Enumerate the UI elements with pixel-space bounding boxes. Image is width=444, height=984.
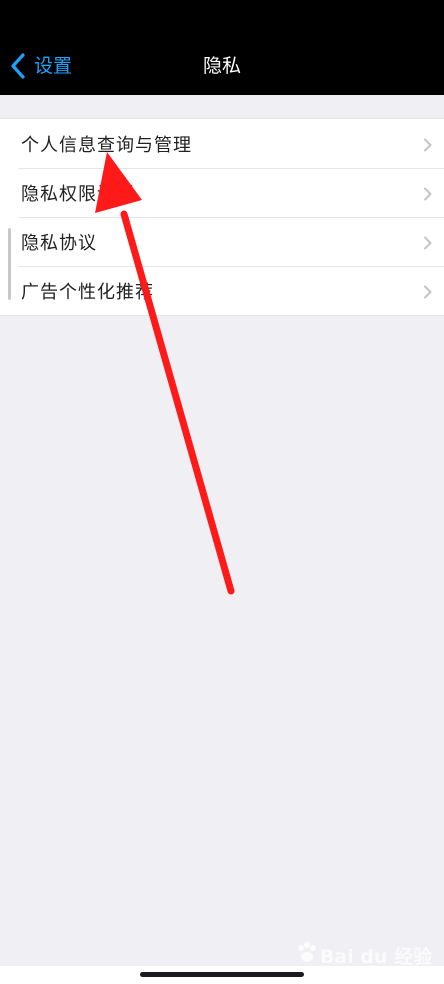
menu-item-privacy-agreement[interactable]: 隐私协议: [0, 217, 444, 266]
paw-icon: [294, 940, 320, 971]
chevron-right-icon: [423, 235, 432, 254]
menu-item-label: 个人信息查询与管理: [21, 134, 192, 156]
chevron-right-icon: [423, 284, 432, 303]
scroll-indicator[interactable]: [8, 228, 11, 300]
menu-item-ad-personalization[interactable]: 广告个性化推荐: [0, 266, 444, 315]
menu-item-label: 隐私权限设置: [21, 183, 135, 205]
page-title: 隐私: [202, 55, 241, 77]
watermark: Bai du 经验: [294, 940, 432, 970]
chevron-right-icon: [423, 137, 432, 156]
privacy-screen: 设置 隐私 个人信息查询与管理 隐私权限设置 隐私协议 广告个性化推荐 Bai …: [0, 0, 444, 984]
menu-item-label: 广告个性化推荐: [21, 281, 154, 303]
home-indicator[interactable]: [140, 972, 304, 977]
menu-item-privacy-permissions[interactable]: 隐私权限设置: [0, 168, 444, 217]
chevron-right-icon: [423, 186, 432, 205]
privacy-settings-list: 个人信息查询与管理 隐私权限设置 隐私协议 广告个性化推荐: [0, 118, 444, 316]
menu-item-label: 隐私协议: [21, 232, 97, 254]
menu-item-personal-info[interactable]: 个人信息查询与管理: [0, 119, 444, 168]
watermark-text: Bai du 经验: [319, 945, 432, 968]
navigation-bar: 设置 隐私: [0, 0, 444, 95]
